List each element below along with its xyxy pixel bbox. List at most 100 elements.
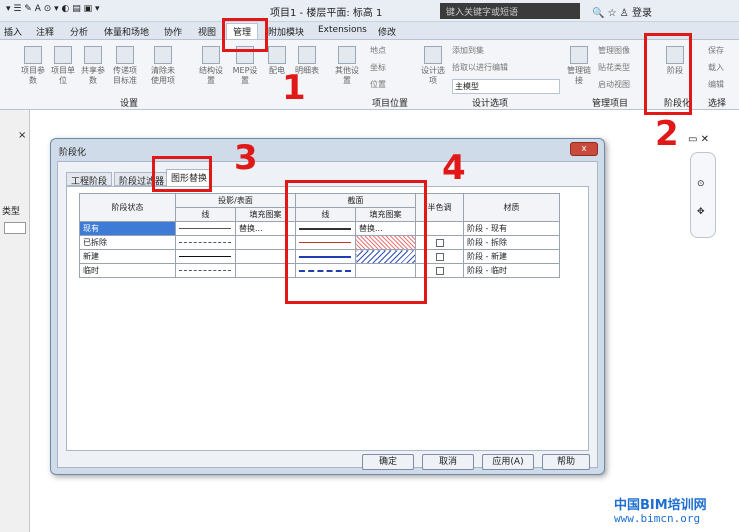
watermark-url: www.bimcn.org xyxy=(614,512,701,525)
material-cell[interactable]: 阶段 - 临时 xyxy=(463,263,560,278)
login-link[interactable]: 登录 xyxy=(632,8,652,19)
annotation-number: 2 xyxy=(655,114,679,154)
ok-button[interactable]: 确定 xyxy=(362,454,414,470)
apply-button[interactable]: 应用(A) xyxy=(482,454,534,470)
add-to-set-item[interactable]: 添加到集 xyxy=(452,45,484,56)
ribbon-panel: 项目参数 项目单位 共享参数 传递项目标准 清除未使用项 结构设置 MEP设置 … xyxy=(0,40,739,110)
pan-icon[interactable]: ✥ xyxy=(697,207,705,217)
material-cell[interactable]: 阶段 - 现有 xyxy=(463,221,560,236)
navigation-bar[interactable]: ⊙ ✥ xyxy=(690,152,716,238)
dialog-title: 阶段化 xyxy=(59,148,87,158)
main-model-select[interactable]: 主模型 xyxy=(452,79,560,94)
edit-selection-item[interactable]: 编辑 xyxy=(708,79,724,90)
project-parameters-button[interactable]: 项目参数 xyxy=(20,46,46,86)
coordinates-item[interactable]: 坐标 xyxy=(370,62,386,73)
structure-icon xyxy=(202,46,220,64)
title-bar: ▾ ☰ ✎ A ⊙ ▾ ◐ ▤ ▣ ▾ 项目1 - 楼层平面: 标高 1 键入关… xyxy=(0,0,739,22)
material-cell[interactable]: 阶段 - 新建 xyxy=(463,249,560,264)
header-material: 材质 xyxy=(463,193,560,222)
header-phase-status: 阶段状态 xyxy=(79,193,176,222)
tab-extensions[interactable]: Extensions xyxy=(318,25,367,35)
tab-analyze[interactable]: 分析 xyxy=(70,25,88,38)
view-navigation: ▭ ✕ ⊙ ✥ xyxy=(686,110,739,250)
phase-status-cell[interactable]: 已拆除 xyxy=(79,235,176,250)
position-item[interactable]: 位置 xyxy=(370,79,386,90)
tab-annotate[interactable]: 注释 xyxy=(36,25,54,38)
close-icon[interactable]: × xyxy=(18,130,26,141)
shared-icon xyxy=(84,46,102,64)
proj-line-cell[interactable] xyxy=(175,221,236,236)
shared-parameters-button[interactable]: 共享参数 xyxy=(80,46,106,86)
zoom-icon[interactable]: ⊙ xyxy=(697,179,705,189)
proj-line-cell[interactable] xyxy=(175,235,236,250)
tab-project-phases[interactable]: 工程阶段 xyxy=(66,172,113,187)
decal-types-item[interactable]: 贴花类型 xyxy=(598,62,630,73)
save-selection-item[interactable]: 保存 xyxy=(708,45,724,56)
tab-insert[interactable]: 插入 xyxy=(4,25,22,38)
window-title: 项目1 - 楼层平面: 标高 1 xyxy=(270,8,383,19)
annotation-number: 1 xyxy=(282,68,306,108)
location-item[interactable]: 地点 xyxy=(370,45,386,56)
annotation-number: 4 xyxy=(442,148,466,188)
project-units-button[interactable]: 项目单位 xyxy=(50,46,76,86)
proj-line-cell[interactable] xyxy=(175,263,236,278)
purge-icon xyxy=(154,46,172,64)
design-options-button[interactable]: 设计选项 xyxy=(420,46,446,86)
watermark-title: 中国BIM培训网 xyxy=(614,498,707,513)
group-project-location-label: 项目位置 xyxy=(372,99,409,109)
purge-unused-button[interactable]: 清除未使用项 xyxy=(150,46,176,86)
star-icon[interactable]: ☆ xyxy=(608,8,617,19)
dialog-close-button[interactable]: x xyxy=(570,142,598,156)
phase-status-cell[interactable]: 临时 xyxy=(79,263,176,278)
transfer-standards-button[interactable]: 传递项目标准 xyxy=(112,46,138,86)
phase-status-cell[interactable]: 现有 xyxy=(79,221,176,236)
header-projection: 投影/表面 xyxy=(175,193,296,208)
annotation-box-cut-columns xyxy=(285,180,427,304)
load-selection-item[interactable]: 载入 xyxy=(708,62,724,73)
search-input[interactable]: 键入关键字或短语 xyxy=(440,3,580,19)
proj-line-cell[interactable] xyxy=(175,249,236,264)
material-cell[interactable]: 阶段 - 拆除 xyxy=(463,235,560,250)
binoculars-icon[interactable]: 🔍 xyxy=(592,8,604,19)
wrench-icon xyxy=(338,46,356,64)
parameters-icon xyxy=(24,46,42,64)
other-settings-button[interactable]: 其他设置 xyxy=(334,46,360,86)
schedule-icon xyxy=(298,46,316,64)
account-area[interactable]: 🔍 ☆ ♙ 登录 xyxy=(592,4,652,19)
mep-settings-button[interactable]: MEP设置 xyxy=(232,46,258,86)
cancel-button[interactable]: 取消 xyxy=(422,454,474,470)
phase-status-cell[interactable]: 新建 xyxy=(79,249,176,264)
annotation-box-manage-tab xyxy=(222,18,268,52)
quick-access-toolbar[interactable]: ▾ ☰ ✎ A ⊙ ▾ ◐ ▤ ▣ ▾ xyxy=(6,4,99,14)
annotation-number: 3 xyxy=(234,138,258,178)
window-controls[interactable]: ▭ ✕ xyxy=(688,134,709,145)
tab-collaborate[interactable]: 协作 xyxy=(164,25,182,38)
header-proj-line: 线 xyxy=(175,207,236,222)
tab-view[interactable]: 视图 xyxy=(198,25,216,38)
type-selector[interactable] xyxy=(4,222,26,234)
annotation-box-graphic-tab xyxy=(152,156,212,192)
properties-panel: × 类型 xyxy=(0,110,30,532)
structural-settings-button[interactable]: 结构设置 xyxy=(198,46,224,86)
starting-view-item[interactable]: 启动视图 xyxy=(598,79,630,90)
user-icon[interactable]: ♙ xyxy=(620,8,629,19)
tab-massing-site[interactable]: 体量和场地 xyxy=(104,25,149,38)
ribbon-tabs: 插入 注释 分析 体量和场地 协作 视图 管理 附加模块 Extensions … xyxy=(0,22,739,40)
links-icon xyxy=(570,46,588,64)
transfer-icon xyxy=(116,46,134,64)
manage-images-item[interactable]: 管理图像 xyxy=(598,45,630,56)
type-label: 类型 xyxy=(2,207,21,217)
tab-addins[interactable]: 附加模块 xyxy=(268,25,304,38)
units-icon xyxy=(54,46,72,64)
panel-icon xyxy=(268,46,286,64)
group-settings-label: 设置 xyxy=(120,99,139,109)
pick-to-edit-item[interactable]: 拾取以进行编辑 xyxy=(452,62,508,73)
tab-modify[interactable]: 修改 xyxy=(378,25,396,38)
group-selection-label: 选择 xyxy=(708,99,727,109)
manage-links-button[interactable]: 管理链接 xyxy=(566,46,592,86)
design-options-icon xyxy=(424,46,442,64)
group-manage-project-label: 管理项目 xyxy=(592,99,629,109)
annotation-box-phases xyxy=(644,33,692,115)
group-design-options-label: 设计选项 xyxy=(472,99,509,109)
help-button[interactable]: 帮助 xyxy=(542,454,590,470)
